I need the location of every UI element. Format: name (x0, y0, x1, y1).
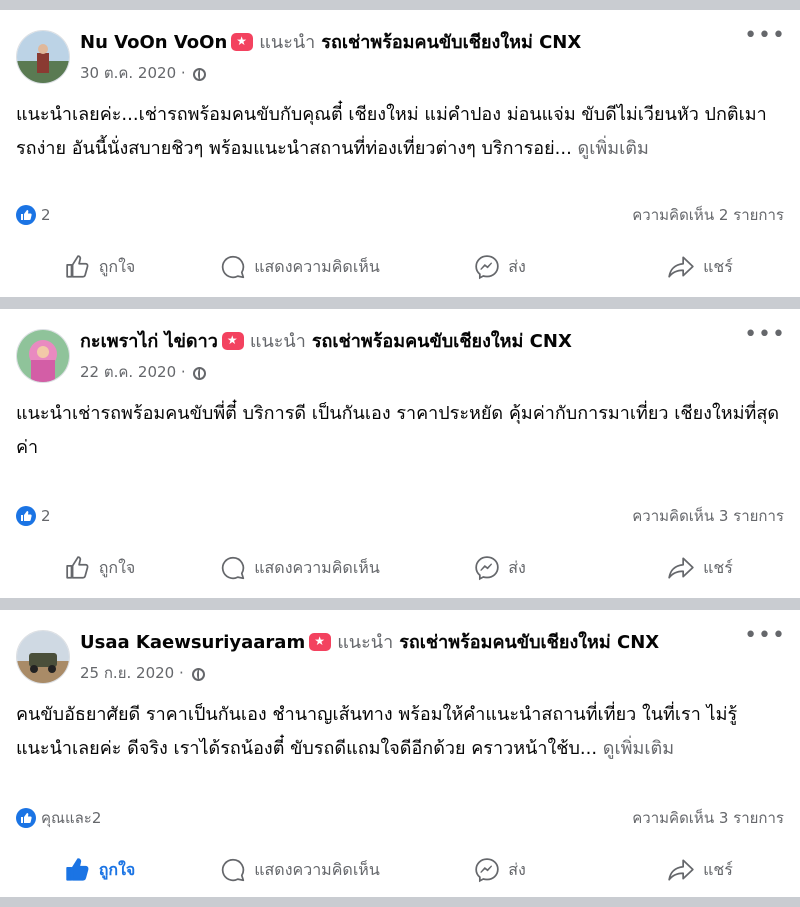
recommends-label: แนะนำ (337, 632, 394, 653)
post-text-content: แนะนำเช่ารถพร้อมคนขับพี่ตี๋ บริการดี เป็… (16, 403, 780, 458)
comment-button[interactable]: แสดงความคิดเห็น (200, 850, 400, 890)
page-name[interactable]: รถเช่าพร้อมคนขับเชียงใหม่ CNX (399, 632, 659, 653)
send-button[interactable]: ส่ง (400, 850, 600, 890)
messenger-icon (475, 556, 499, 581)
like-button[interactable]: ถูกใจ (0, 247, 200, 287)
comments-count[interactable]: ความคิดเห็น 3 รายการ (632, 504, 784, 528)
like-reaction-icon[interactable] (16, 205, 36, 225)
share-icon (668, 557, 694, 579)
avatar[interactable] (16, 630, 70, 684)
like-button[interactable]: ถูกใจ (0, 548, 200, 588)
avatar[interactable] (16, 30, 70, 84)
post-text-content: แนะนำเลยค่ะ...เช่ารถพร้อมคนขับกับคุณตี๋ … (16, 104, 767, 159)
messenger-icon (475, 255, 499, 280)
send-label: ส่ง (508, 256, 526, 276)
page-name[interactable]: รถเช่าพร้อมคนขับเชียงใหม่ CNX (312, 331, 572, 352)
post-date[interactable]: 22 ต.ค. 2020 · (80, 363, 186, 381)
send-button[interactable]: ส่ง (400, 548, 600, 588)
globe-icon (193, 367, 207, 380)
reaction-count[interactable]: 2 (41, 206, 51, 224)
post-date[interactable]: 30 ต.ค. 2020 · (80, 64, 186, 82)
post-text: แนะนำเช่ารถพร้อมคนขับพี่ตี๋ บริการดี เป็… (16, 397, 784, 465)
thumbs-up-icon (66, 858, 89, 881)
share-label: แชร์ (703, 256, 733, 276)
recommends-label: แนะนำ (259, 32, 316, 53)
author-name[interactable]: Usaa Kaewsuriyaaram (80, 632, 305, 653)
post-text: คนขับอัธยาศัยดี ราคาเป็นกันเอง ชำนาญเส้น… (16, 698, 784, 766)
thumbs-up-icon (66, 556, 89, 579)
news-feed: Nu VoOn VoOnแนะนำรถเช่าพร้อมคนขับเชียงให… (0, 0, 800, 907)
like-reaction-icon[interactable] (16, 808, 36, 828)
recommends-label: แนะนำ (249, 331, 306, 352)
globe-icon (193, 68, 207, 81)
page-name[interactable]: รถเช่าพร้อมคนขับเชียงใหม่ CNX (321, 32, 581, 53)
share-icon (668, 256, 694, 278)
author-name[interactable]: กะเพราไก่ ไข่ดาว (80, 331, 218, 352)
post-actions: ถูกใจ แสดงความคิดเห็น ส่ง แชร์ (0, 548, 800, 588)
like-button[interactable]: ถูกใจ (0, 850, 200, 890)
comment-button[interactable]: แสดงความคิดเห็น (200, 548, 400, 588)
share-button[interactable]: แชร์ (600, 247, 800, 287)
recommend-badge-icon (309, 633, 332, 651)
like-label: ถูกใจ (98, 859, 136, 879)
reaction-summary: คุณและ2 ความคิดเห็น 3 รายการ (16, 806, 784, 830)
share-label: แชร์ (703, 859, 733, 879)
post-card: Usaa Kaewsuriyaaram แนะนำรถเช่าพร้อมคนขับ… (0, 610, 800, 897)
comment-label: แสดงความคิดเห็น (254, 256, 380, 276)
like-reaction-icon[interactable] (16, 506, 36, 526)
author-name[interactable]: Nu VoOn VoOn (80, 32, 227, 53)
send-label: ส่ง (508, 859, 526, 879)
comment-icon (222, 858, 245, 882)
recommend-badge-icon (231, 33, 254, 51)
more-icon[interactable]: ••• (744, 25, 786, 47)
reaction-summary: 2 ความคิดเห็น 3 รายการ (16, 504, 784, 528)
comment-button[interactable]: แสดงความคิดเห็น (200, 247, 400, 287)
comment-label: แสดงความคิดเห็น (254, 859, 380, 879)
post-actions: ถูกใจ แสดงความคิดเห็น ส่ง แชร์ (0, 850, 800, 890)
see-more-link[interactable]: ดูเพิ่มเติม (578, 138, 649, 159)
post-text: แนะนำเลยค่ะ...เช่ารถพร้อมคนขับกับคุณตี๋ … (16, 98, 784, 166)
post-actions: ถูกใจ แสดงความคิดเห็น ส่ง แชร์ (0, 247, 800, 287)
more-icon[interactable]: ••• (744, 324, 786, 346)
comments-count[interactable]: ความคิดเห็น 3 รายการ (632, 806, 784, 830)
reaction-summary: 2 ความคิดเห็น 2 รายการ (16, 203, 784, 227)
recommend-badge-icon (221, 332, 244, 350)
more-icon[interactable]: ••• (744, 625, 786, 647)
like-label: ถูกใจ (98, 557, 136, 577)
send-button[interactable]: ส่ง (400, 247, 600, 287)
reaction-count[interactable]: คุณและ2 (41, 809, 101, 827)
reaction-count[interactable]: 2 (41, 507, 51, 525)
comment-label: แสดงความคิดเห็น (254, 557, 380, 577)
messenger-icon (475, 858, 499, 883)
send-label: ส่ง (508, 557, 526, 577)
share-icon (668, 859, 694, 881)
comments-count[interactable]: ความคิดเห็น 2 รายการ (632, 203, 784, 227)
globe-icon (191, 668, 205, 681)
share-label: แชร์ (703, 557, 733, 577)
comment-icon (222, 556, 245, 580)
comment-icon (222, 255, 245, 279)
post-date[interactable]: 25 ก.ย. 2020 · (80, 664, 184, 682)
like-label: ถูกใจ (98, 256, 136, 276)
share-button[interactable]: แชร์ (600, 850, 800, 890)
post-card: กะเพราไก่ ไข่ดาว แนะนำ รถเช่าพร้อมคนขับเชี… (0, 309, 800, 598)
post-card: Nu VoOn VoOn แนะนำรถเช่าพร้อมคนขับเชียงให… (0, 10, 800, 297)
avatar[interactable] (16, 329, 70, 383)
see-more-link[interactable]: ดูเพิ่มเติม (603, 738, 674, 759)
thumbs-up-icon (66, 255, 89, 278)
share-button[interactable]: แชร์ (600, 548, 800, 588)
